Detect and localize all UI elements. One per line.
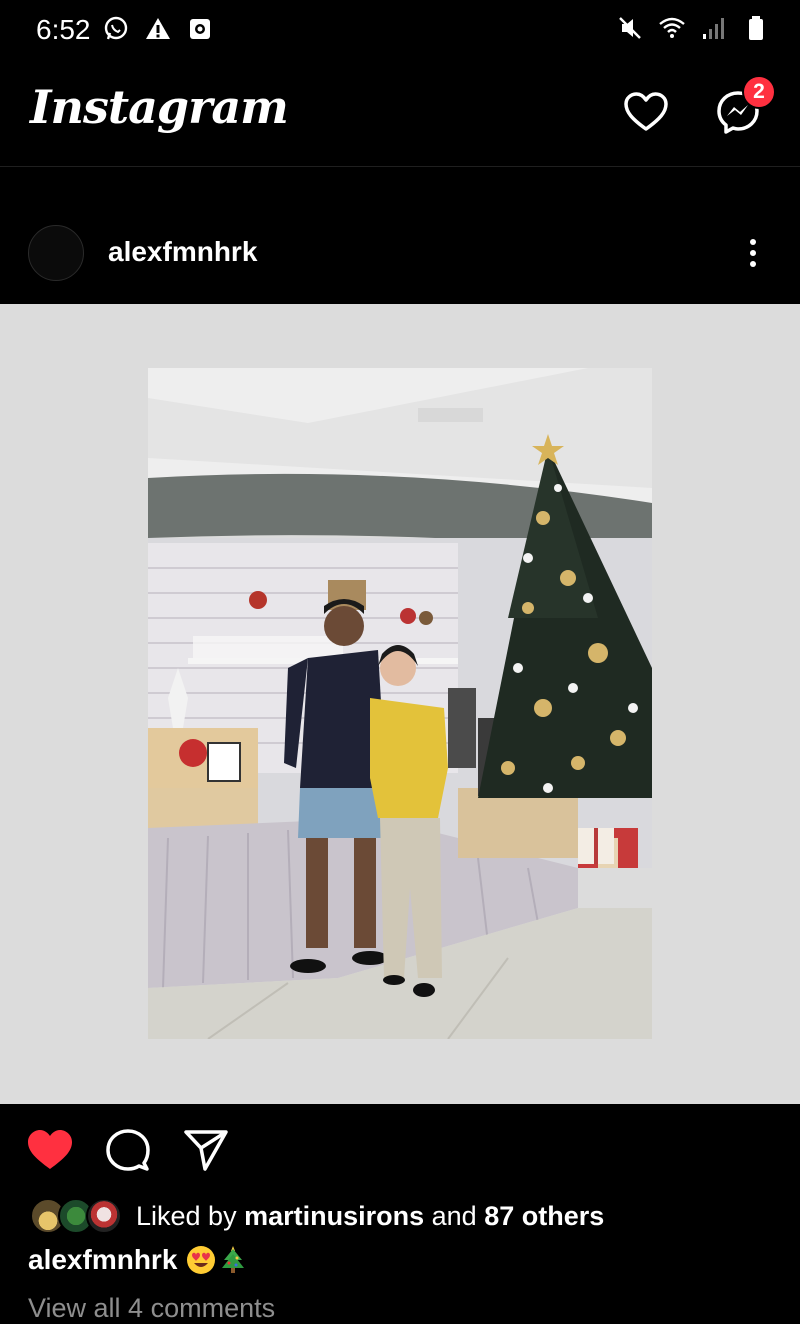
post-username[interactable]: alexfmnhrk	[108, 236, 257, 268]
post-photo[interactable]	[148, 368, 652, 1039]
liker-avatars	[30, 1198, 122, 1234]
status-bar: 6:52	[0, 0, 800, 62]
messenger-badge: 2	[742, 75, 776, 109]
like-button[interactable]	[26, 1126, 74, 1174]
christmas-photo	[148, 368, 652, 1039]
likes-row[interactable]: Liked by martinusirons and 87 others	[30, 1196, 604, 1236]
battery-icon	[749, 16, 763, 40]
more-options-button[interactable]	[736, 236, 770, 270]
share-button[interactable]	[182, 1126, 230, 1174]
heart-filled-icon	[28, 1130, 72, 1169]
more-dot	[750, 250, 756, 256]
post-media[interactable]	[0, 304, 800, 1104]
post-actions	[0, 1104, 800, 1188]
user-avatar[interactable]	[28, 225, 84, 281]
mute-icon	[619, 17, 641, 39]
comment-icon	[106, 1129, 150, 1171]
heart-eyes-emoji	[187, 1246, 216, 1274]
more-dot	[750, 239, 756, 245]
caption-username[interactable]: alexfmnhrk	[28, 1244, 177, 1276]
warning-icon	[146, 18, 170, 39]
likes-middle: and	[424, 1200, 485, 1231]
likes-prefix: Liked by	[136, 1200, 245, 1231]
app-header: Instagram	[0, 62, 800, 167]
activity-button[interactable]	[620, 86, 672, 138]
screen-record-icon	[190, 19, 210, 39]
instagram-logo[interactable]: Instagram	[30, 80, 289, 134]
liker-username[interactable]: martinusirons	[244, 1201, 424, 1232]
liker-avatar	[86, 1198, 122, 1234]
post-header: alexfmnhrk	[0, 200, 800, 304]
caption: alexfmnhrk	[28, 1244, 249, 1276]
comment-button[interactable]	[104, 1126, 152, 1174]
heart-outline-icon	[624, 92, 668, 131]
whatsapp-icon	[104, 16, 128, 40]
more-dot	[750, 261, 756, 267]
view-all-comments-link[interactable]: View all 4 comments	[28, 1293, 275, 1324]
christmas-tree-emoji	[222, 1246, 245, 1273]
signal-icon	[703, 18, 724, 39]
likes-others[interactable]: 87 others	[484, 1201, 604, 1232]
send-icon	[184, 1130, 228, 1171]
wifi-icon	[659, 17, 685, 38]
status-time: 6:52	[36, 14, 91, 45]
